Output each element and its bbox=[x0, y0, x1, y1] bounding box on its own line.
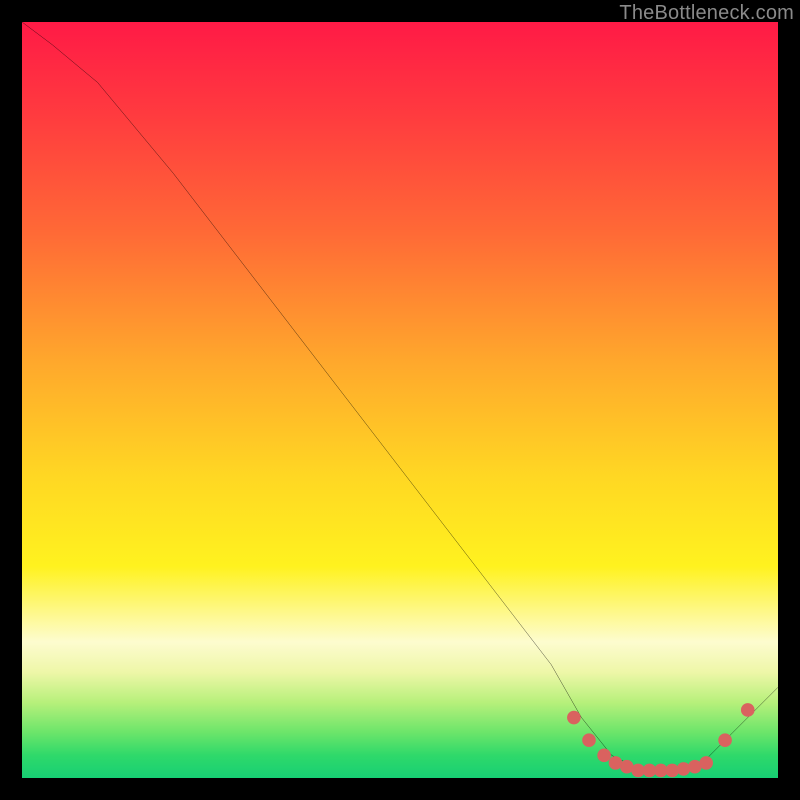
bottleneck-curve bbox=[22, 22, 778, 770]
marker-dot bbox=[741, 703, 755, 717]
plot-area bbox=[22, 22, 778, 778]
chart-frame: TheBottleneck.com bbox=[0, 0, 800, 800]
watermark-text: TheBottleneck.com bbox=[619, 2, 794, 25]
marker-dot bbox=[677, 762, 691, 776]
marker-dot bbox=[699, 756, 713, 770]
optimal-range-dots bbox=[567, 703, 754, 777]
marker-dot bbox=[597, 749, 611, 763]
marker-dot bbox=[718, 733, 732, 747]
curve-svg bbox=[22, 22, 778, 778]
marker-dot bbox=[582, 733, 596, 747]
marker-dot bbox=[567, 711, 581, 725]
